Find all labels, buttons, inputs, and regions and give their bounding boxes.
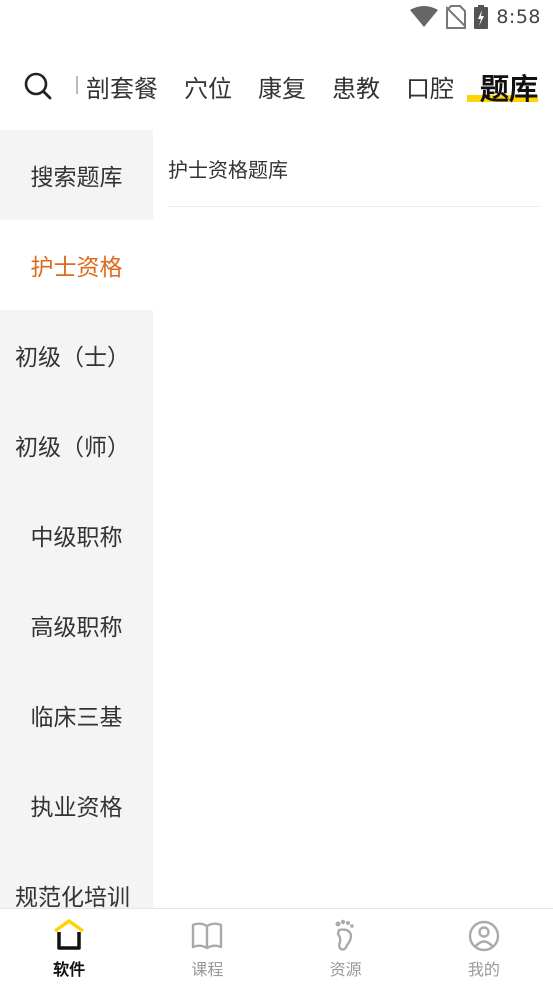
sidebar-item-junior-teacher[interactable]: 初级（师） (0, 400, 153, 490)
list-item-label: 护士资格题库 (168, 157, 288, 182)
bottom-tab-bar: 软件 课程 资源 我的 (0, 908, 553, 984)
status-icons: 8:58 (410, 5, 541, 29)
sidebar-item-practice-qualification[interactable]: 执业资格 (0, 760, 153, 850)
tab-ti-ku[interactable]: 题库 (467, 56, 539, 122)
sidebar-item-search-bank[interactable]: 搜索题库 (0, 130, 153, 220)
list-item[interactable]: 护士资格题库 (168, 130, 540, 207)
tab-xue-wei[interactable]: 穴位 (171, 56, 245, 122)
bottom-tab-label: 软件 (53, 960, 86, 979)
content-list: 护士资格题库 (153, 130, 553, 207)
nav-divider (76, 76, 78, 94)
bottom-tab-software[interactable]: 软件 (0, 909, 138, 984)
battery-charging-icon (474, 5, 489, 29)
bottom-tab-label: 课程 (191, 960, 224, 979)
book-icon (192, 922, 223, 950)
bottom-tab-courses[interactable]: 课程 (138, 909, 276, 984)
top-category-nav: 剖套餐 穴位 康复 患教 口腔 题库 (0, 56, 553, 122)
footprint-icon (335, 919, 354, 951)
category-sidebar: 搜索题库 护士资格 初级（士） 初级（师） 中级职称 高级职称 临床三基 执业资… (0, 130, 153, 908)
bottom-tab-label: 我的 (467, 960, 500, 979)
status-bar: 8:58 (0, 0, 553, 38)
sidebar-item-clinical-three-basics[interactable]: 临床三基 (0, 670, 153, 760)
sidebar-item-junior-shi[interactable]: 初级（士） (0, 310, 153, 400)
nav-tabs: 剖套餐 穴位 康复 患教 口腔 题库 (84, 56, 539, 122)
sidebar-item-nurse-qualification[interactable]: 护士资格 (0, 220, 153, 310)
tab-pou-tao-can[interactable]: 剖套餐 (84, 56, 171, 122)
tab-kou-qiang[interactable]: 口腔 (393, 56, 467, 122)
status-time: 8:58 (496, 6, 541, 28)
sidebar-item-intermediate-title[interactable]: 中级职称 (0, 490, 153, 580)
bottom-tab-resources[interactable]: 资源 (277, 909, 415, 984)
search-icon (24, 72, 52, 100)
home-icon (54, 919, 85, 950)
tab-ti-ku-label: 题库 (480, 72, 539, 106)
bottom-tab-label: 资源 (329, 960, 362, 979)
tab-huan-jiao[interactable]: 患教 (319, 56, 393, 122)
search-button[interactable] (22, 70, 54, 102)
wifi-icon (410, 6, 439, 27)
sidebar-item-senior-title[interactable]: 高级职称 (0, 580, 153, 670)
sidebar-item-standardized-training[interactable]: 规范化培训 (0, 850, 153, 908)
bottom-tab-mine[interactable]: 我的 (415, 909, 553, 984)
no-sim-icon (446, 5, 467, 29)
profile-icon (468, 920, 500, 952)
tab-kang-fu[interactable]: 康复 (245, 56, 319, 122)
